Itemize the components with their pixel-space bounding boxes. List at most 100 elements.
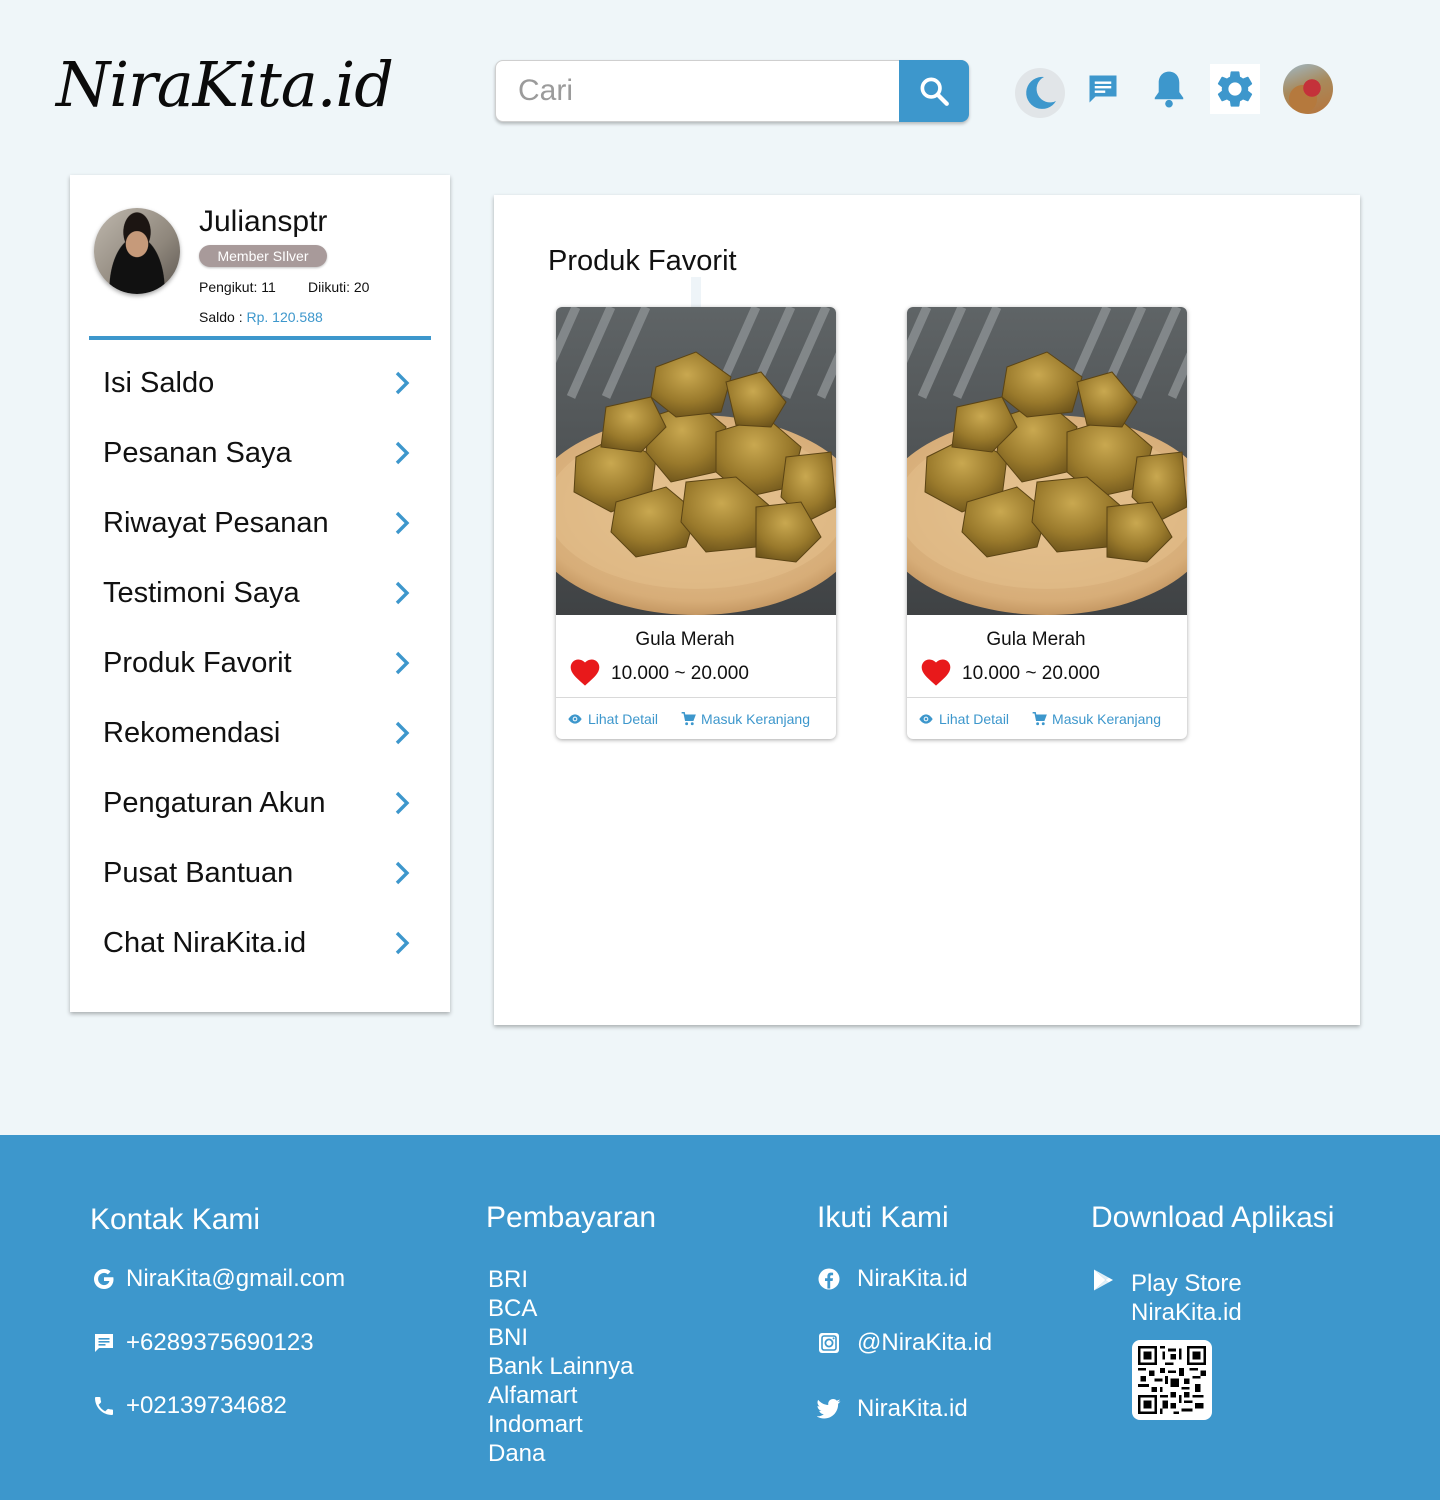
google-icon (94, 1269, 114, 1289)
footer-payment-title: Pembayaran (486, 1201, 657, 1234)
divider-mark (691, 277, 701, 307)
footer-download-title: Download Aplikasi (1091, 1201, 1335, 1234)
chevron-right-icon (395, 931, 410, 955)
chevron-right-icon (395, 581, 410, 605)
product-name: Gula Merah (986, 629, 1086, 650)
chat-button[interactable] (1082, 68, 1124, 110)
add-to-cart-button[interactable]: Masuk Keranjang (1032, 711, 1161, 727)
payment-method: Bank Lainnya (488, 1353, 634, 1380)
bell-icon (1154, 71, 1184, 108)
chevron-right-icon (395, 511, 410, 535)
footer-instagram[interactable]: @NiraKita.id (817, 1329, 992, 1357)
footer-whatsapp[interactable]: +6289375690123 (92, 1329, 314, 1357)
play-store-icon[interactable] (1091, 1268, 1115, 1292)
eye-icon (568, 713, 582, 724)
footer-contact-title: Kontak Kami (90, 1203, 261, 1236)
sidebar-item-pengaturan-akun[interactable]: Pengaturan Akun (70, 768, 450, 838)
sidebar-item-pusat-bantuan[interactable]: Pusat Bantuan (70, 838, 450, 908)
followers-count[interactable]: Pengikut: 11 (199, 279, 276, 295)
facebook-icon (818, 1268, 840, 1290)
chevron-right-icon (395, 861, 410, 885)
user-avatar[interactable] (1283, 64, 1333, 114)
following-count[interactable]: Diikuti: 20 (308, 279, 369, 295)
card-actions: Lihat Detail Masuk Keranjang (556, 697, 836, 739)
sidebar-item-testimoni-saya[interactable]: Testimoni Saya (70, 558, 450, 628)
footer-follow-title: Ikuti Kami (817, 1201, 949, 1234)
profile-photo (94, 208, 180, 294)
eye-icon (919, 713, 933, 724)
sidebar-item-label: Pesanan Saya (103, 436, 292, 469)
phone-icon (95, 1397, 113, 1415)
footer-email[interactable]: NiraKita@gmail.com (92, 1265, 345, 1293)
product-card[interactable]: Gula Merah 10.000 ~ 20.000 Lihat Detail … (907, 307, 1187, 739)
sidebar-item-label: Isi Saldo (103, 366, 215, 399)
cart-icon (681, 711, 696, 725)
profile-divider (89, 336, 431, 340)
qr-code[interactable] (1132, 1340, 1212, 1420)
heart-icon[interactable] (919, 657, 953, 687)
sidebar-item-produk-favorit[interactable]: Produk Favorit (70, 628, 450, 698)
search-input[interactable] (496, 61, 900, 121)
message-icon (95, 1334, 113, 1352)
dark-mode-toggle[interactable] (1015, 68, 1065, 118)
product-image[interactable] (907, 307, 1187, 615)
heart-icon[interactable] (568, 657, 602, 687)
add-to-cart-label: Masuk Keranjang (1052, 710, 1161, 727)
view-detail-label: Lihat Detail (588, 710, 659, 727)
product-card[interactable]: Gula Merah 10.000 ~ 20.000 Lihat Detail … (556, 307, 836, 739)
moon-icon (1026, 76, 1056, 109)
sidebar-item-chat[interactable]: Chat NiraKita.id (70, 908, 450, 978)
product-price: 10.000 ~ 20.000 (611, 663, 749, 684)
footer: Kontak Kami NiraKita@gmail.com +62893756… (0, 1135, 1440, 1500)
sidebar-item-label: Pusat Bantuan (103, 856, 294, 889)
footer-phone[interactable]: +02139734682 (92, 1392, 287, 1420)
chevron-right-icon (395, 441, 410, 465)
add-to-cart-button[interactable]: Masuk Keranjang (681, 711, 810, 727)
saldo-info: Saldo : Rp. 120.588 (199, 309, 323, 325)
sidebar-item-label: Testimoni Saya (103, 576, 300, 609)
saldo-label: Saldo : (199, 309, 247, 325)
footer-twitter[interactable]: NiraKita.id (817, 1395, 968, 1423)
search-button[interactable] (899, 60, 969, 122)
card-actions: Lihat Detail Masuk Keranjang (907, 697, 1187, 739)
chevron-right-icon (395, 791, 410, 815)
twitter-icon (817, 1399, 841, 1419)
payment-method: BRI (488, 1266, 529, 1293)
sidebar-item-label: Riwayat Pesanan (103, 506, 329, 539)
gear-icon (1217, 71, 1253, 107)
qr-code-icon (1138, 1346, 1206, 1414)
cart-icon (1032, 711, 1047, 725)
payment-method: BNI (488, 1324, 529, 1351)
footer-facebook[interactable]: NiraKita.id (817, 1265, 968, 1293)
add-to-cart-label: Masuk Keranjang (701, 710, 810, 727)
footer-instagram-text: @NiraKita.id (857, 1329, 993, 1356)
site-logo[interactable]: NiraKita.id (56, 48, 394, 121)
chat-icon (1089, 75, 1117, 103)
notification-button[interactable] (1148, 66, 1190, 112)
product-name: Gula Merah (635, 629, 735, 650)
search-icon (920, 77, 949, 106)
sidebar-item-label: Rekomendasi (103, 716, 281, 749)
view-detail-button[interactable]: Lihat Detail (918, 711, 1009, 727)
profile-name: Juliansptr (199, 205, 328, 238)
settings-button[interactable] (1210, 64, 1260, 114)
saldo-value: Rp. 120.588 (246, 309, 323, 325)
footer-facebook-text: NiraKita.id (857, 1265, 968, 1292)
payment-methods-list: BRI BCA BNI Bank Lainnya Alfamart Indoma… (488, 1265, 633, 1468)
play-store-line1: Play Store (1131, 1270, 1242, 1297)
profile-sidebar: Juliansptr Member SIlver Pengikut: 11 Di… (70, 175, 450, 1012)
sidebar-item-riwayat-pesanan[interactable]: Riwayat Pesanan (70, 488, 450, 558)
sidebar-item-isi-saldo[interactable]: Isi Saldo (70, 348, 450, 418)
payment-method: Alfamart (488, 1382, 578, 1409)
sidebar-item-rekomendasi[interactable]: Rekomendasi (70, 698, 450, 768)
product-image[interactable] (556, 307, 836, 615)
product-price: 10.000 ~ 20.000 (962, 663, 1100, 684)
sidebar-item-label: Produk Favorit (103, 646, 292, 679)
sidebar-item-pesanan-saya[interactable]: Pesanan Saya (70, 418, 450, 488)
payment-method: BCA (488, 1295, 538, 1322)
sidebar-item-label: Pengaturan Akun (103, 786, 326, 819)
play-store-link[interactable]: Play Store NiraKita.id (1131, 1269, 1242, 1327)
play-store-line2: NiraKita.id (1131, 1299, 1242, 1326)
view-detail-button[interactable]: Lihat Detail (567, 711, 658, 727)
instagram-icon (819, 1333, 839, 1353)
